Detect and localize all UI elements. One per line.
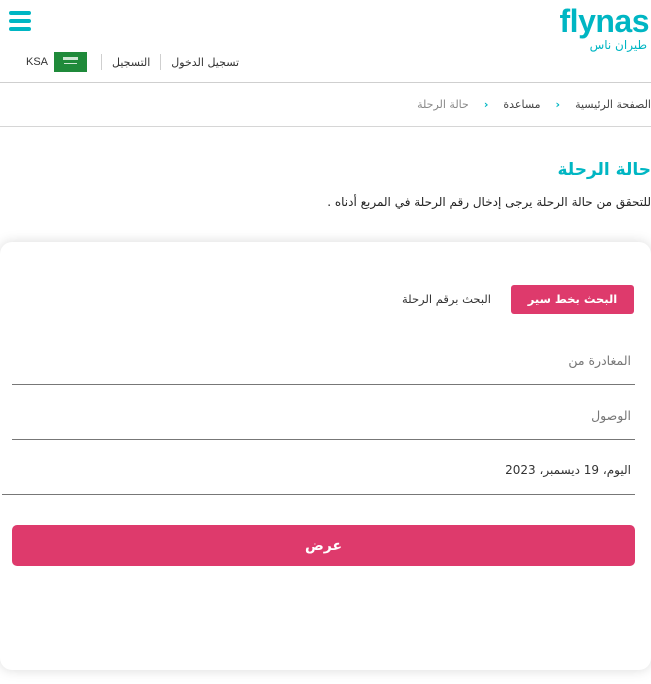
show-button[interactable]: عرض	[12, 525, 635, 566]
hamburger-menu-icon[interactable]	[9, 11, 31, 31]
tab-search-by-flight-number[interactable]: البحث برقم الرحلة	[402, 285, 491, 314]
date-value: اليوم، 19 ديسمبر، 2023	[505, 463, 631, 477]
saudi-flag-icon[interactable]	[54, 52, 87, 72]
breadcrumb-home[interactable]: الصفحة الرئيسية	[575, 98, 651, 111]
page-title: حالة الرحلة	[557, 160, 651, 180]
site-header: flynas طيران ناس KSA التسجيل تسجيل الدخو…	[0, 0, 651, 83]
logo-wordmark: flynas	[559, 3, 650, 39]
country-code[interactable]: KSA	[26, 56, 52, 68]
departure-field	[12, 350, 635, 385]
breadcrumb-help[interactable]: مساعدة	[503, 98, 540, 111]
login-link[interactable]: تسجيل الدخول	[171, 56, 239, 69]
breadcrumb-current: حالة الرحلة	[417, 97, 469, 111]
divider	[160, 54, 162, 70]
date-field[interactable]: اليوم، 19 ديسمبر، 2023	[2, 463, 635, 495]
chevron-icon: ‹	[483, 97, 489, 111]
top-links: KSA التسجيل تسجيل الدخول	[26, 52, 239, 72]
divider	[101, 54, 102, 70]
arrival-input[interactable]	[12, 408, 635, 423]
logo-arabic-name: طيران ناس	[589, 38, 647, 52]
breadcrumb-divider	[0, 126, 651, 127]
flynas-logo[interactable]: flynas طيران ناس	[549, 3, 650, 52]
tab-search-by-route[interactable]: البحث بخط سير الرحلة	[511, 285, 634, 335]
page-description: للتحقق من حالة الرحلة يرجى إدخال رقم الر…	[327, 195, 651, 209]
flight-search-card: البحث بخط سير الرحلة البحث برقم الرحلة ا…	[0, 242, 651, 670]
register-link[interactable]: التسجيل	[112, 56, 150, 69]
departure-input[interactable]	[12, 353, 635, 368]
chevron-icon: ‹	[555, 97, 561, 111]
arrival-field	[12, 405, 635, 440]
breadcrumb: الصفحة الرئيسية ‹ مساعدة ‹ حالة الرحلة	[417, 96, 651, 112]
